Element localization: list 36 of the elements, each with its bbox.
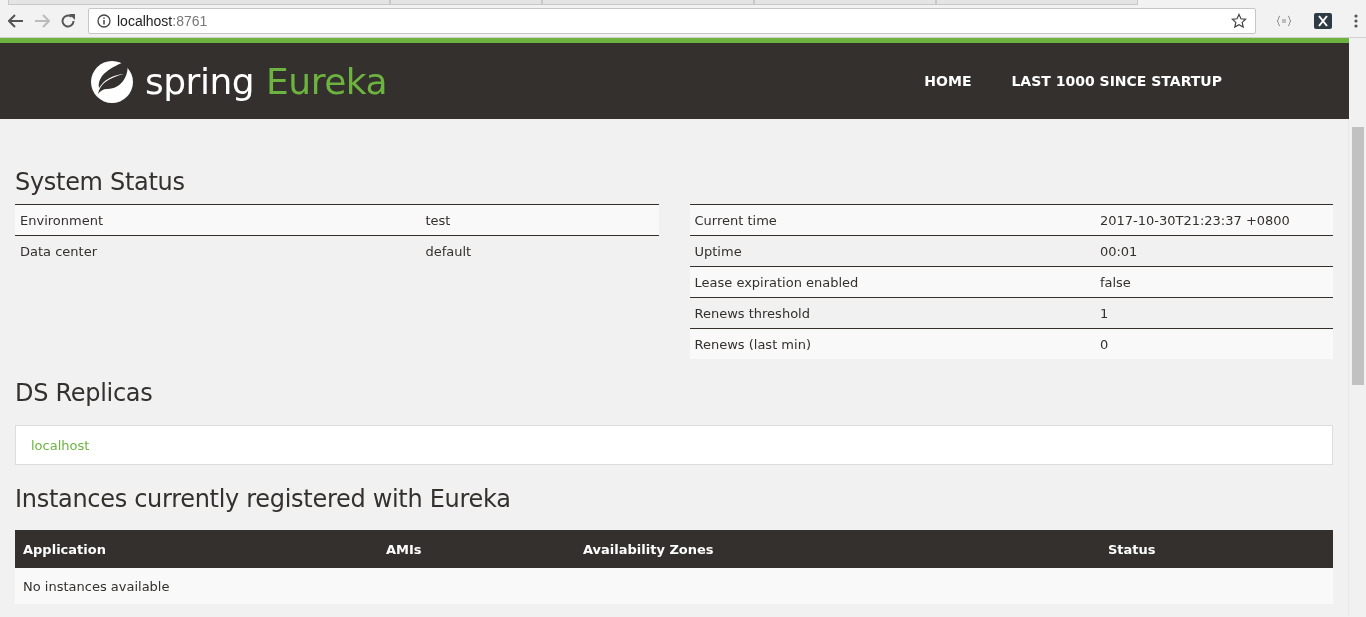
extension-x-icon[interactable] [1314, 13, 1332, 29]
nav-link[interactable]: HOME [924, 73, 972, 89]
section-heading: DS Replicas [15, 379, 153, 407]
status-value: 0 [1099, 336, 1110, 352]
section-heading: Instances currently registered with Eureka [15, 485, 511, 513]
braces-extension-icon[interactable] [1276, 15, 1292, 27]
status-label: Renews threshold [693, 305, 811, 321]
info-icon[interactable] [97, 14, 111, 28]
status-label: Uptime [693, 243, 743, 259]
url-text: localhost:8761 [117, 13, 209, 29]
status-label: Environment [19, 212, 104, 228]
product-name: Eureka [266, 60, 388, 102]
status-value: 00:01 [1099, 243, 1139, 259]
back-arrow-icon[interactable] [8, 14, 24, 28]
status-value: default [425, 243, 473, 259]
column-header: AMIs [386, 541, 423, 557]
column-header: Status [1108, 541, 1156, 557]
column-header: Application [22, 541, 107, 557]
status-value: test [425, 212, 452, 228]
status-value: false [1099, 274, 1132, 290]
status-label: Current time [693, 212, 778, 228]
nav-link[interactable]: LAST 1000 SINCE STARTUP [1011, 73, 1222, 89]
reload-icon[interactable] [60, 13, 76, 29]
column-header: Availability Zones [583, 541, 715, 557]
menu-icon[interactable] [1354, 14, 1358, 28]
scrollbar[interactable] [1348, 119, 1366, 616]
status-label: Renews (last min) [693, 336, 812, 352]
address-bar[interactable]: localhost:8761 [88, 8, 1256, 34]
section-heading: System Status [15, 167, 185, 196]
status-label: Data center [19, 243, 98, 259]
status-value: 2017-10-30T21:23:37 +0800 [1099, 212, 1291, 228]
brand-name: spring [145, 60, 255, 102]
status-value: 1 [1099, 305, 1110, 321]
status-label: Lease expiration enabled [693, 274, 860, 290]
star-icon[interactable] [1231, 13, 1247, 29]
empty-message: No instances available [23, 578, 170, 594]
